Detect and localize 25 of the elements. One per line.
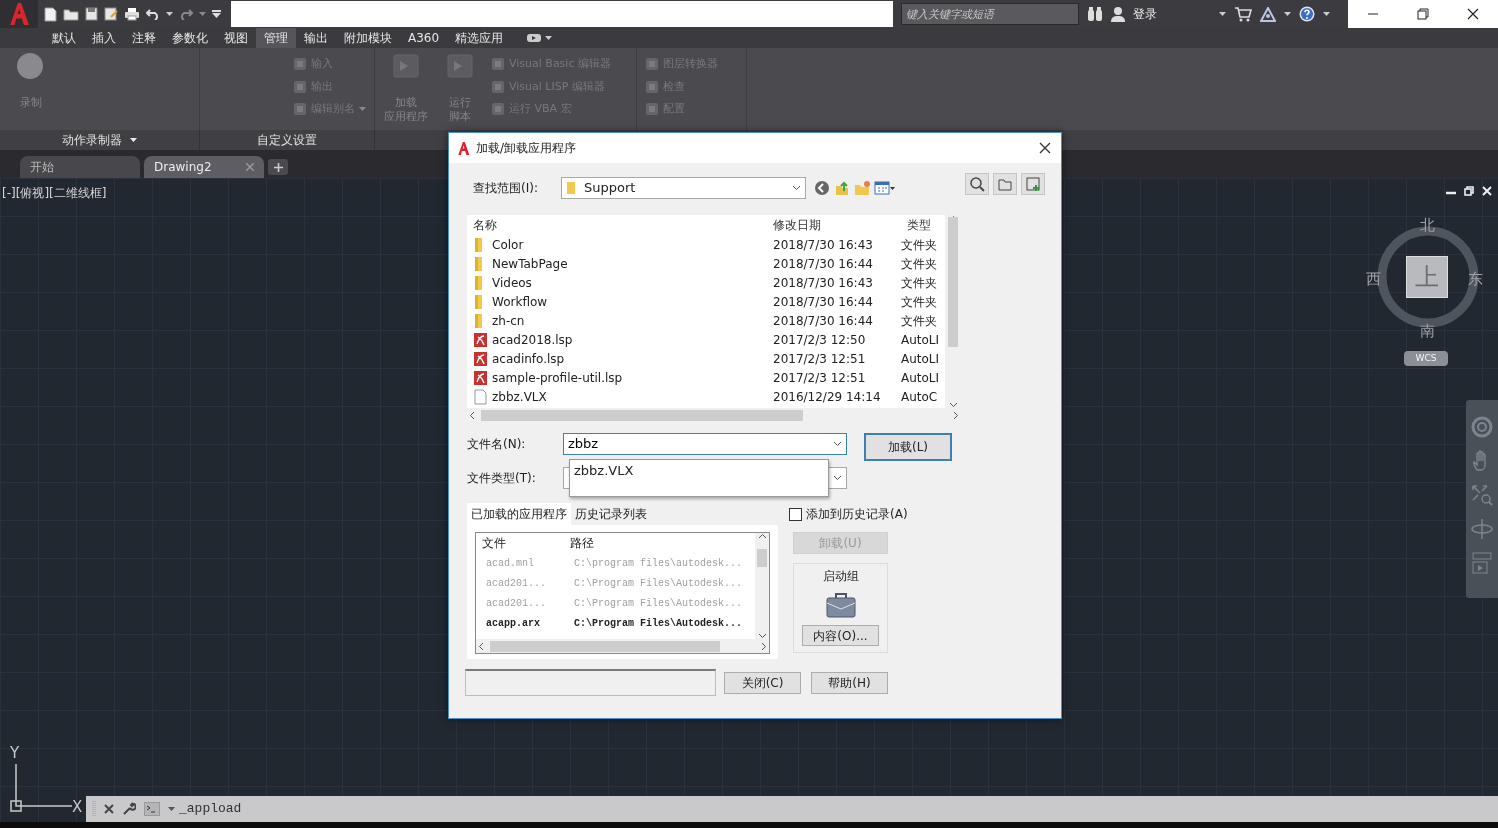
file-date: 2017/2/3 12:51	[772, 369, 867, 387]
look-in-label: 查找范围(I):	[473, 180, 539, 197]
file-date: 2018/7/30 16:44	[772, 293, 874, 311]
checkbox-label: 添加到历史记录(A)	[806, 506, 908, 523]
file-type: AutoC	[901, 388, 939, 406]
file-date: 2018/7/30 16:43	[772, 274, 874, 292]
file-type: AutoLI	[901, 350, 941, 368]
file-date: 2018/7/30 16:44	[772, 312, 874, 330]
filename-label: 文件名(N):	[467, 436, 527, 453]
file-date: 2017/2/3 12:51	[772, 350, 867, 368]
file-type: 文件夹	[901, 274, 938, 292]
file-type: AutoLI	[901, 331, 941, 349]
file-type: AutoLI	[901, 369, 941, 387]
file-date: 2017/2/3 12:50	[772, 331, 867, 349]
file-type: 文件夹	[901, 255, 938, 273]
file-date: 2016/12/29 14:14	[772, 388, 882, 406]
group-title: 启动组	[822, 568, 859, 585]
file-date: 2018/7/30 16:43	[772, 236, 874, 254]
file-date: 2018/7/30 16:44	[772, 255, 874, 273]
file-type-label: 文件类型(T):	[467, 470, 537, 487]
ucs-axes-drawing: Y X	[8, 746, 88, 816]
file-type: 文件夹	[901, 293, 938, 311]
dialog-title: 加载/卸载应用程序	[476, 140, 577, 157]
file-type: 文件夹	[901, 236, 938, 254]
file-type: 文件夹	[901, 312, 938, 330]
